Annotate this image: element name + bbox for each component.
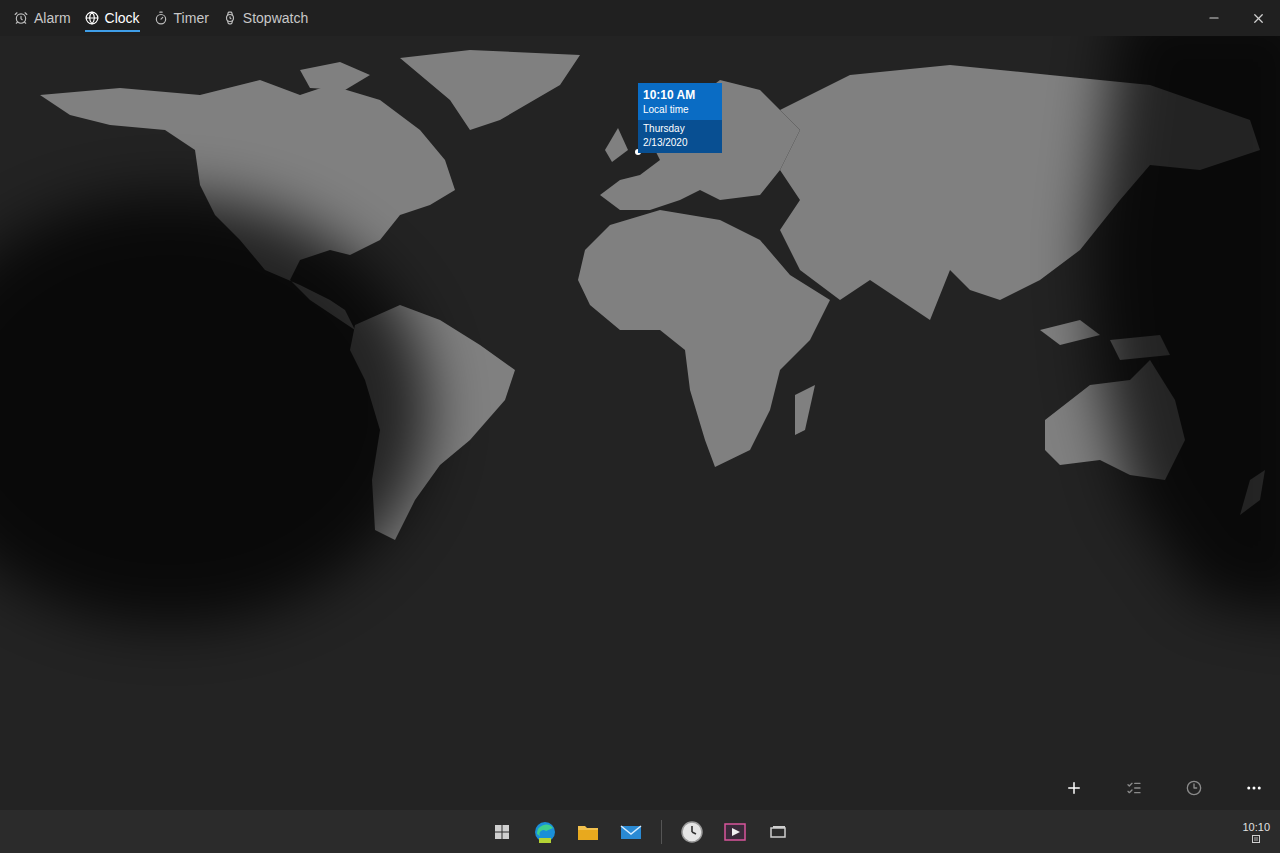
tooltip-date: 2/13/2020: [643, 136, 717, 150]
more-button[interactable]: [1236, 772, 1272, 804]
tab-icon: [85, 11, 99, 25]
taskbar-time: 10:10: [1242, 820, 1270, 834]
minimize-icon: [1207, 11, 1221, 25]
edit-list-icon: [1126, 780, 1142, 796]
edit-button[interactable]: [1116, 772, 1152, 804]
tooltip-time: 10:10 AM: [643, 87, 717, 103]
taskbar: 10:10: [0, 810, 1280, 853]
more-icon: [1245, 779, 1263, 797]
close-icon: [1251, 11, 1266, 26]
clock-app: Alarm Clock Timer Stopwatch 10:10 AMLocal ti…: [0, 0, 1280, 853]
taskbar-separator: [661, 820, 662, 844]
start-icon[interactable]: [489, 819, 515, 845]
tooltip-label: Local time: [643, 103, 717, 117]
tab[interactable]: Alarm: [14, 0, 71, 36]
compare-button[interactable]: [1176, 772, 1212, 804]
title-bar: Alarm Clock Timer Stopwatch: [0, 0, 1280, 36]
map-toolbar: [1056, 772, 1272, 804]
edge-icon[interactable]: [532, 819, 558, 845]
tab-icon: [14, 11, 28, 25]
tab-bar: Alarm Clock Timer Stopwatch: [0, 0, 308, 36]
tab-underline: [85, 30, 140, 32]
tab-icon: [154, 11, 168, 25]
movies-icon[interactable]: [722, 819, 748, 845]
window-controls: [1192, 0, 1280, 36]
task-view-icon[interactable]: [765, 819, 791, 845]
add-city-button[interactable]: [1056, 772, 1092, 804]
taskbar-clock[interactable]: 10:10: [1242, 810, 1270, 853]
tab[interactable]: Stopwatch: [223, 0, 308, 36]
mail-icon[interactable]: [618, 819, 644, 845]
tab-icon: [223, 11, 237, 25]
time-tooltip[interactable]: 10:10 AMLocal time Thursday2/13/2020: [638, 83, 722, 153]
compare-clock-icon: [1186, 780, 1202, 796]
map-area: 10:10 AMLocal time Thursday2/13/2020: [0, 36, 1280, 810]
tab[interactable]: Clock: [85, 0, 140, 36]
notification-icon[interactable]: [1251, 834, 1261, 844]
tooltip-day: Thursday: [643, 122, 717, 136]
plus-icon: [1065, 779, 1083, 797]
minimize-button[interactable]: [1192, 0, 1236, 36]
tab[interactable]: Timer: [154, 0, 209, 36]
alarms-clock-icon[interactable]: [679, 819, 705, 845]
close-button[interactable]: [1236, 0, 1280, 36]
file-explorer-icon[interactable]: [575, 819, 601, 845]
